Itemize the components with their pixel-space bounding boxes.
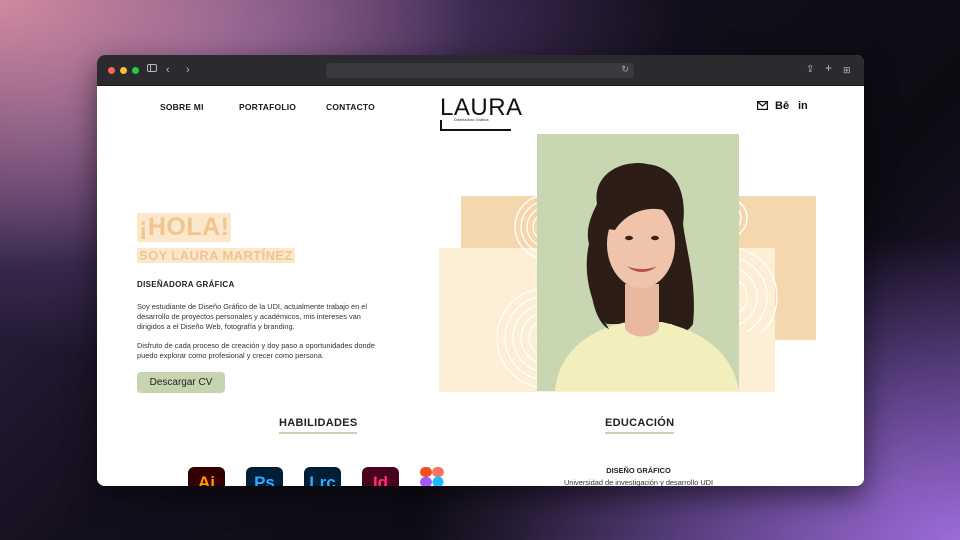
site-logo[interactable]: LAURA Diseñadora Gráfica — [440, 95, 522, 131]
download-cv-button[interactable]: Descargar CV — [137, 372, 225, 393]
education-title: EDUCACIÓN — [605, 417, 675, 434]
nav-contacto[interactable]: CONTACTO — [326, 102, 375, 112]
behance-icon[interactable]: Bē — [775, 100, 789, 112]
close-button[interactable] — [108, 67, 115, 74]
linkedin-icon[interactable]: in — [798, 100, 808, 112]
logo-subtitle: Diseñadora Gráfica — [454, 117, 489, 122]
back-icon[interactable]: ‹ — [166, 64, 170, 76]
address-bar[interactable]: ↻ — [326, 63, 634, 78]
indesign-icon: Id — [362, 467, 399, 486]
profile-photo — [537, 134, 739, 391]
hero-role: DISEÑADORA GRÁFICA — [137, 280, 235, 289]
logo-underline — [440, 129, 511, 131]
figma-icon — [419, 467, 445, 486]
reload-icon[interactable]: ↻ — [621, 64, 629, 75]
window-controls — [108, 67, 139, 74]
tab-overview-icon[interactable]: ⊞ — [843, 64, 851, 76]
mail-icon[interactable] — [757, 101, 769, 113]
skills-title: HABILIDADES — [279, 417, 358, 434]
forward-icon[interactable]: › — [186, 64, 190, 76]
browser-window: ‹ › ↻ ⇪ + ⊞ SOBRE MI PORTAFOLIO CONTACTO… — [97, 55, 864, 486]
maximize-button[interactable] — [132, 67, 139, 74]
nav-sobre-mi[interactable]: SOBRE MI — [160, 102, 204, 112]
nav-portafolio[interactable]: PORTAFOLIO — [239, 102, 296, 112]
hero-greeting: ¡HOLA! — [137, 213, 232, 242]
portfolio-page: SOBRE MI PORTAFOLIO CONTACTO LAURA Diseñ… — [97, 86, 864, 486]
lightroom-icon: Lrc — [304, 467, 341, 486]
browser-toolbar: ‹ › ↻ ⇪ + ⊞ — [97, 55, 864, 86]
hero-paragraph-2: Disfruto de cada proceso de creación y d… — [137, 341, 375, 360]
hero-intro: SOY LAURA MARTÍNEZ — [137, 248, 295, 263]
sidebar-toggle-icon[interactable] — [147, 64, 157, 72]
minimize-button[interactable] — [120, 67, 127, 74]
new-tab-icon[interactable]: + — [825, 62, 832, 74]
hero-paragraph-1: Soy estudiante de Diseño Gráfico de la U… — [137, 302, 368, 331]
photoshop-icon: Ps — [246, 467, 283, 486]
share-icon[interactable]: ⇪ — [806, 64, 814, 76]
education-degree: DISEÑO GRÁFICO — [606, 466, 671, 475]
education-institution: Universidad de investigación y desarroll… — [563, 478, 714, 486]
illustrator-icon: Ai — [188, 467, 225, 486]
portrait-illustration — [555, 163, 739, 391]
